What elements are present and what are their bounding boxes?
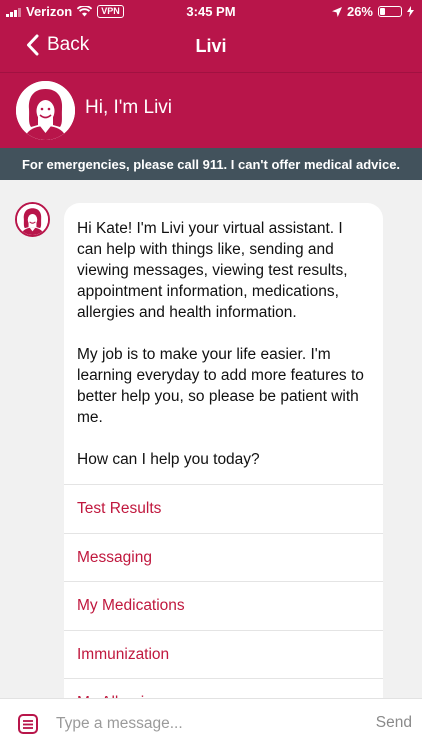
assistant-greeting: Hi, I'm Livi [85, 97, 173, 118]
option-my-allergies[interactable]: My Allergies [64, 678, 383, 698]
message-paragraph: Hi Kate! I'm Livi your virtual assistant… [77, 220, 348, 321]
page-title: Livi [195, 36, 227, 56]
send-button[interactable]: Send [376, 714, 412, 732]
menu-list-icon[interactable] [18, 714, 38, 734]
message-paragraph: My job is to make your life easier. I'm … [77, 346, 364, 426]
chat-area[interactable]: Hi Kate! I'm Livi your virtual assistant… [0, 180, 422, 698]
option-messaging[interactable]: Messaging [64, 532, 383, 582]
battery-icon [378, 6, 402, 17]
message-composer: Send [0, 698, 422, 750]
bot-avatar-icon [15, 202, 50, 237]
navigation-bar: Back Livi [0, 22, 422, 72]
assistant-header: Hi, I'm Livi [0, 72, 422, 148]
battery-percent: 26% [346, 4, 373, 19]
location-arrow-icon [331, 6, 342, 17]
option-my-medications[interactable]: My Medications [64, 581, 383, 630]
option-test-results[interactable]: Test Results [64, 484, 383, 533]
bot-message-bubble: Hi Kate! I'm Livi your virtual assistant… [64, 203, 383, 698]
battery-fill [380, 8, 386, 15]
charging-bolt-icon [407, 6, 414, 17]
message-input[interactable] [56, 711, 346, 737]
option-immunization[interactable]: Immunization [64, 629, 383, 679]
bot-message-text: Hi Kate! I'm Livi your virtual assistant… [64, 203, 383, 484]
emergency-banner: For emergencies, please call 911. I can'… [0, 148, 422, 180]
status-bar: Verizon VPN 3:45 PM 26% [0, 0, 422, 22]
message-paragraph: How can I help you today? [77, 451, 260, 468]
livi-avatar-icon [16, 81, 75, 140]
